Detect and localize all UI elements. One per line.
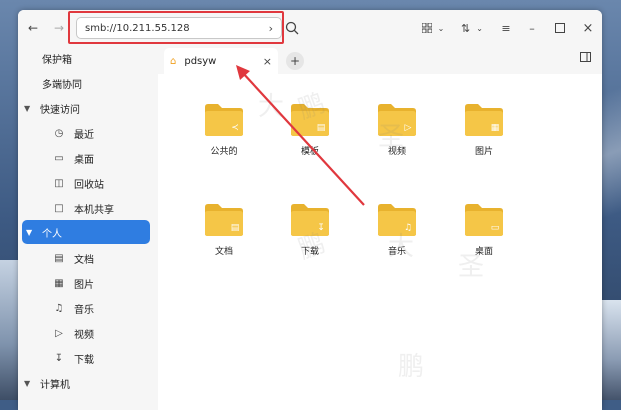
annotation-arrow (236, 65, 365, 206)
file-manager-window: ← → smb://10.211.55.128 › ⌄ ⇅ ⌄ ≡ – × 保护… (18, 10, 602, 410)
